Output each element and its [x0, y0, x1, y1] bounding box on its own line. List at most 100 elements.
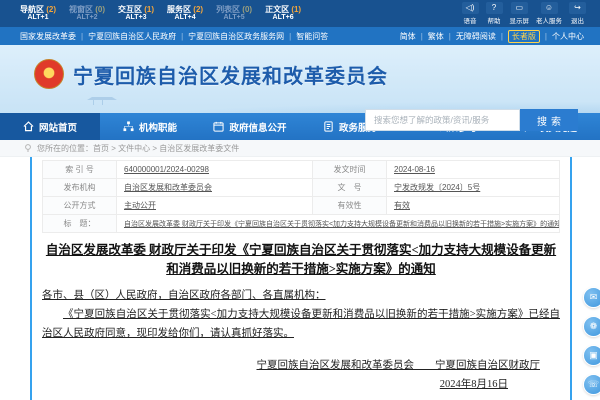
meta-label-issuing-org: 发布机构: [43, 179, 117, 197]
zone-hotkey: ALT+5: [216, 14, 252, 22]
table-row: 索 引 号 640000001/2024-00298 发文时间 2024-08-…: [43, 161, 560, 179]
zone-hotkey: ALT+3: [118, 14, 154, 22]
a11y-zone-interact[interactable]: 交互区 (1) ALT+3: [118, 5, 154, 22]
breadcrumb-text: 您所在的位置：首页 > 文件中心 > 自治区发展改革委文件: [37, 143, 239, 154]
zone-label: 正文区: [265, 5, 289, 14]
voice-button[interactable]: ◁) 语音: [462, 2, 479, 25]
tool-label: 显示屏: [510, 15, 530, 25]
link-ndrc[interactable]: 国家发展改革委: [20, 31, 76, 42]
tool-label: 帮助: [488, 15, 501, 25]
share-wechat-icon[interactable]: ☏: [583, 374, 600, 395]
link-personal-center[interactable]: 个人中心: [552, 31, 584, 42]
home-icon: [23, 121, 34, 132]
meta-value-validity: 有效: [387, 197, 560, 215]
zone-count: (1): [291, 5, 301, 14]
link-traditional[interactable]: 繁体: [428, 31, 444, 42]
nav-label: 网站首页: [39, 120, 77, 134]
meta-label-title: 标 题：: [43, 215, 117, 233]
site-brand[interactable]: ★ 宁夏回族自治区发展和改革委员会: [34, 59, 388, 89]
search-button[interactable]: 搜索: [520, 109, 578, 131]
link-smart-qa[interactable]: 智能问答: [296, 31, 328, 42]
nav-label: 机构职能: [139, 120, 177, 134]
nav-label: 政府信息公开: [229, 120, 286, 134]
zone-count: (2): [193, 5, 203, 14]
meta-value-disclosure-mode: 主动公开: [117, 197, 313, 215]
document-metadata-table: 索 引 号 640000001/2024-00298 发文时间 2024-08-…: [42, 160, 560, 233]
table-row: 发布机构 自治区发展和改革委员会 文 号 宁发改规发〔2024〕5号: [43, 179, 560, 197]
zone-hotkey: ALT+2: [69, 14, 105, 22]
link-regional-gov[interactable]: 宁夏回族自治区人民政府: [88, 31, 176, 42]
zone-label: 列表区: [216, 5, 240, 14]
meta-value-issuing-org: 自治区发展和改革委员会: [117, 179, 313, 197]
document-salutation: 各市、县（区）人民政府，自治区政府各部门、各直属机构：: [42, 287, 560, 306]
nav-item-home[interactable]: 网站首页: [0, 113, 100, 140]
document-content-panel: 索 引 号 640000001/2024-00298 发文时间 2024-08-…: [30, 157, 572, 400]
elder-service-button[interactable]: ☺ 老人服务: [536, 2, 562, 25]
zone-label: 交互区: [118, 5, 142, 14]
share-ride-icon[interactable]: ❁: [583, 316, 600, 337]
display-button[interactable]: ▭ 显示屏: [510, 2, 530, 25]
document-icon: [323, 121, 334, 132]
signature-date: 2024年8月16日: [42, 376, 560, 395]
zone-label: 视窗区: [69, 5, 93, 14]
a11y-tools: ◁) 语音 ? 帮助 ▭ 显示屏 ☺ 老人服务 ↪ 退出: [462, 2, 587, 25]
meta-label-validity: 有效性: [313, 197, 387, 215]
exit-button[interactable]: ↪ 退出: [569, 2, 586, 25]
tool-label: 语音: [464, 15, 477, 25]
breadcrumb: 您所在的位置：首页 > 文件中心 > 自治区发展改革委文件: [0, 140, 600, 157]
link-gov-service-net[interactable]: 宁夏回族自治区政务服务网: [188, 31, 284, 42]
share-screen-icon[interactable]: ▣: [583, 345, 600, 366]
zone-label: 导航区: [20, 5, 44, 14]
meta-label-issue-date: 发文时间: [313, 161, 387, 179]
a11y-zone-body[interactable]: 正文区 (1) ALT+6: [265, 5, 301, 22]
search-input[interactable]: [365, 109, 520, 131]
a11y-zone-window[interactable]: 视窗区 (0) ALT+2: [69, 5, 105, 22]
share-comment-icon[interactable]: ✉: [583, 287, 600, 308]
tool-label: 退出: [571, 15, 584, 25]
document-paragraph: 《宁夏回族自治区关于贯彻落实<加力支持大规模设备更新和消费品以旧换新的若干措施>…: [42, 306, 560, 344]
speaker-icon: ◁): [462, 2, 479, 14]
site-search: 搜索: [365, 109, 578, 131]
monitor-icon: ▭: [511, 2, 528, 14]
table-row: 公开方式 主动公开 有效性 有效: [43, 197, 560, 215]
help-button[interactable]: ? 帮助: [486, 2, 503, 25]
national-emblem-icon: ★: [34, 59, 64, 89]
zone-hotkey: ALT+6: [265, 14, 301, 22]
a11y-zone-nav[interactable]: 导航区 (2) ALT+1: [20, 5, 56, 22]
meta-value-title: 自治区发展改革委 财政厅关于印发《宁夏回族自治区关于贯彻落实<加力支持大规模设备…: [117, 215, 560, 233]
sitemap-icon: [123, 121, 134, 132]
a11y-zone-service[interactable]: 服务区 (2) ALT+4: [167, 5, 203, 22]
zone-hotkey: ALT+4: [167, 14, 203, 22]
zone-count: (1): [144, 5, 154, 14]
signature-organizations: 宁夏回族自治区发展和改革委员会 宁夏回族自治区财政厅: [42, 357, 560, 376]
a11y-zone-list[interactable]: 列表区 (0) ALT+5: [216, 5, 252, 22]
document-body: 自治区发展改革委 财政厅关于印发《宁夏回族自治区关于贯彻落实<加力支持大规模设备…: [42, 241, 560, 400]
meta-label-doc-number: 文 号: [313, 179, 387, 197]
link-elder-version[interactable]: 长者版: [508, 30, 540, 43]
meta-label-disclosure-mode: 公开方式: [43, 197, 117, 215]
document-title: 自治区发展改革委 财政厅关于印发《宁夏回族自治区关于贯彻落实<加力支持大规模设备…: [44, 241, 558, 280]
link-simplified[interactable]: 简体: [400, 31, 416, 42]
nav-item-info-disclosure[interactable]: 政府信息公开: [200, 113, 300, 140]
floating-share-toolbar: ✉ ❁ ▣ ☏ ⚙: [583, 287, 600, 400]
zone-count: (0): [242, 5, 252, 14]
pavilion-decoration-icon: [84, 97, 110, 105]
meta-label-index-no: 索 引 号: [43, 161, 117, 179]
top-link-bar: 国家发展改革委| 宁夏回族自治区人民政府| 宁夏回族自治区政务服务网| 智能问答…: [0, 27, 600, 45]
table-row: 标 题： 自治区发展改革委 财政厅关于印发《宁夏回族自治区关于贯彻落实<加力支持…: [43, 215, 560, 233]
elder-service-icon: ☺: [541, 2, 558, 14]
nav-item-functions[interactable]: 机构职能: [100, 113, 200, 140]
zone-count: (2): [46, 5, 56, 14]
zone-hotkey: ALT+1: [20, 14, 56, 22]
zone-label: 服务区: [167, 5, 191, 14]
exit-icon: ↪: [569, 2, 586, 14]
site-title: 宁夏回族自治区发展和改革委员会: [73, 60, 388, 89]
link-accessible-reading[interactable]: 无障碍阅读: [456, 31, 496, 42]
tool-label: 老人服务: [536, 15, 562, 25]
question-icon: ?: [486, 2, 503, 14]
calendar-icon: [213, 121, 224, 132]
meta-value-issue-date: 2024-08-16: [387, 161, 560, 179]
meta-value-index-no: 640000001/2024-00298: [117, 161, 313, 179]
site-header: ★ 宁夏回族自治区发展和改革委员会 搜索: [0, 45, 600, 113]
accessibility-toolbar: 导航区 (2) ALT+1 视窗区 (0) ALT+2 交互区 (1) ALT+…: [0, 0, 600, 27]
